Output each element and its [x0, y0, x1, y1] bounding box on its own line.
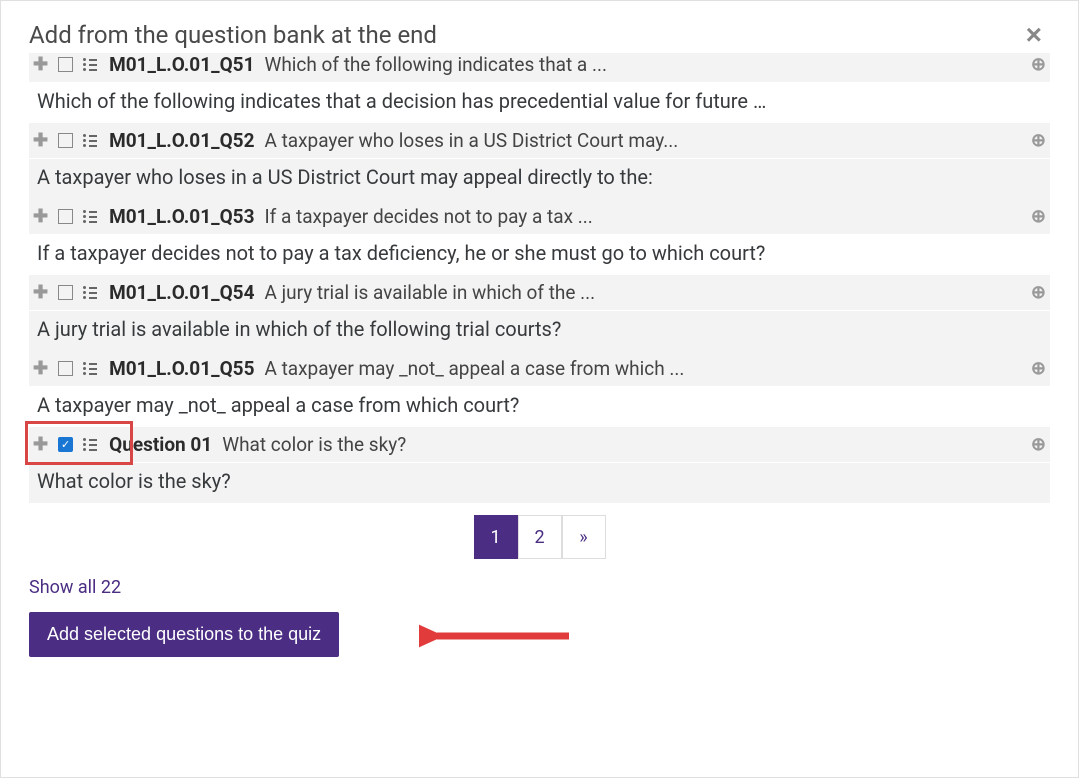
question-full-text: What color is the sky? [29, 463, 1050, 503]
question-bank-modal: Add from the question bank at the end × … [0, 0, 1079, 778]
question-row: ✚ M01_L.O.01_Q55 A taxpayer may _not_ ap… [29, 351, 1050, 387]
modal-header: Add from the question bank at the end × [1, 1, 1078, 59]
question-type-icon [83, 362, 97, 375]
add-selected-button[interactable]: Add selected questions to the quiz [29, 612, 339, 657]
add-icon[interactable]: ✚ [33, 130, 48, 151]
add-icon[interactable]: ✚ [33, 206, 48, 227]
add-icon[interactable]: ✚ [33, 282, 48, 303]
select-checkbox[interactable] [58, 209, 73, 224]
question-row: ✚ M01_L.O.01_Q52 A taxpayer who loses in… [29, 123, 1050, 159]
question-full-text: A taxpayer who loses in a US District Co… [29, 159, 1050, 199]
question-short: Which of the following indicates that a … [264, 53, 1022, 76]
question-full-text: If a taxpayer decides not to pay a tax d… [29, 235, 1050, 275]
modal-content: ✚ M01_L.O.01_Q51 Which of the following … [1, 53, 1078, 677]
question-full-text: Which of the following indicates that a … [29, 83, 1050, 123]
add-icon[interactable]: ✚ [33, 54, 48, 75]
question-full-text: A taxpayer may _not_ appeal a case from … [29, 387, 1050, 427]
preview-icon[interactable]: ⊕ [1031, 54, 1046, 75]
question-id: M01_L.O.01_Q53 [109, 205, 254, 228]
modal-title: Add from the question bank at the end [29, 21, 437, 49]
page-button-2[interactable]: 2 [518, 515, 562, 559]
question-type-icon [83, 134, 97, 147]
question-type-icon [83, 58, 97, 71]
question-id: M01_L.O.01_Q55 [109, 357, 254, 380]
question-row: ✚ M01_L.O.01_Q54 A jury trial is availab… [29, 275, 1050, 311]
select-checkbox[interactable] [58, 285, 73, 300]
pagination: 1 2 » [29, 515, 1050, 559]
select-checkbox[interactable]: ✓ [58, 437, 73, 452]
close-button[interactable]: × [1018, 21, 1050, 49]
preview-icon[interactable]: ⊕ [1031, 282, 1046, 303]
select-checkbox[interactable] [58, 133, 73, 148]
preview-icon[interactable]: ⊕ [1031, 358, 1046, 379]
preview-icon[interactable]: ⊕ [1031, 130, 1046, 151]
preview-icon[interactable]: ⊕ [1031, 434, 1046, 455]
add-icon[interactable]: ✚ [33, 434, 48, 455]
question-type-icon [83, 438, 97, 451]
page-button-next[interactable]: » [562, 515, 606, 559]
question-id: Question 01 [109, 433, 212, 456]
question-type-icon [83, 210, 97, 223]
question-row: ✚ ✓ Question 01 What color is the sky? ⊕ [29, 427, 1050, 463]
question-short: A taxpayer may _not_ appeal a case from … [264, 357, 1022, 380]
question-short: If a taxpayer decides not to pay a tax .… [264, 205, 1022, 228]
add-icon[interactable]: ✚ [33, 358, 48, 379]
select-checkbox[interactable] [58, 57, 73, 72]
question-row: ✚ M01_L.O.01_Q53 If a taxpayer decides n… [29, 199, 1050, 235]
question-type-icon [83, 286, 97, 299]
page-button-1[interactable]: 1 [474, 515, 518, 559]
show-all-link[interactable]: Show all 22 [29, 577, 121, 598]
question-short: What color is the sky? [222, 433, 1023, 456]
question-id: M01_L.O.01_Q52 [109, 129, 254, 152]
question-full-text: A jury trial is available in which of th… [29, 311, 1050, 351]
question-id: M01_L.O.01_Q54 [109, 281, 254, 304]
question-id: M01_L.O.01_Q51 [109, 53, 254, 76]
preview-icon[interactable]: ⊕ [1031, 206, 1046, 227]
annotation-arrow [419, 616, 579, 656]
question-short: A jury trial is available in which of th… [264, 281, 1022, 304]
question-row: ✚ M01_L.O.01_Q51 Which of the following … [29, 53, 1050, 83]
select-checkbox[interactable] [58, 361, 73, 376]
question-short: A taxpayer who loses in a US District Co… [264, 129, 1022, 152]
